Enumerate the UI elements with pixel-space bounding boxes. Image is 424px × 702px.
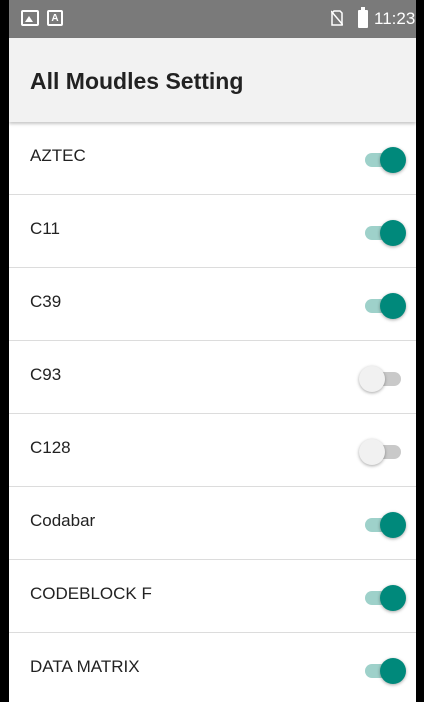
module-toggle-c93[interactable] [359, 363, 407, 393]
device-frame-left [0, 0, 9, 702]
switch-thumb [359, 439, 385, 465]
no-sim-icon [331, 10, 343, 26]
module-label: Codabar [30, 511, 96, 530]
switch-thumb [380, 512, 406, 538]
switch-thumb [380, 658, 406, 684]
module-label: C11 [30, 219, 60, 238]
module-row-codeblock-f[interactable]: CODEBLOCK F [9, 560, 416, 633]
switch-thumb [380, 585, 406, 611]
switch-thumb [380, 293, 406, 319]
module-row-c39[interactable]: C39 [9, 268, 416, 341]
module-row-c11[interactable]: C11 [9, 195, 416, 268]
module-toggle-data-matrix[interactable] [361, 655, 407, 685]
screen: A 11:23 All Moudles Setting AZTEC C11 C3… [9, 0, 416, 702]
module-toggle-codeblock-f[interactable] [361, 582, 407, 612]
image-icon [21, 10, 39, 26]
device-frame-right [416, 0, 424, 702]
page-title: All Moudles Setting [30, 68, 244, 94]
module-row-data-matrix[interactable]: DATA MATRIX [9, 633, 416, 702]
module-label: CODEBLOCK F [30, 584, 152, 603]
switch-thumb [359, 366, 385, 392]
app-bar: All Moudles Setting [9, 38, 416, 122]
module-row-codabar[interactable]: Codabar [9, 487, 416, 560]
module-label: AZTEC [30, 146, 86, 165]
status-bar: A 11:23 [9, 0, 416, 38]
text-a-icon: A [47, 10, 63, 26]
module-row-c128[interactable]: C128 [9, 414, 416, 487]
switch-thumb [380, 220, 406, 246]
module-toggle-c128[interactable] [359, 436, 407, 466]
module-label: C39 [30, 292, 62, 311]
module-label: DATA MATRIX [30, 657, 140, 676]
module-toggle-aztec[interactable] [361, 144, 407, 174]
module-row-aztec[interactable]: AZTEC [9, 122, 416, 195]
switch-thumb [380, 147, 406, 173]
module-row-c93[interactable]: C93 [9, 341, 416, 414]
module-toggle-c11[interactable] [361, 217, 407, 247]
module-toggle-codabar[interactable] [361, 509, 407, 539]
status-time: 11:23 [374, 9, 416, 28]
module-toggle-c39[interactable] [361, 290, 407, 320]
battery-icon [358, 7, 368, 28]
module-label: C93 [30, 365, 62, 384]
module-label: C128 [30, 438, 71, 457]
